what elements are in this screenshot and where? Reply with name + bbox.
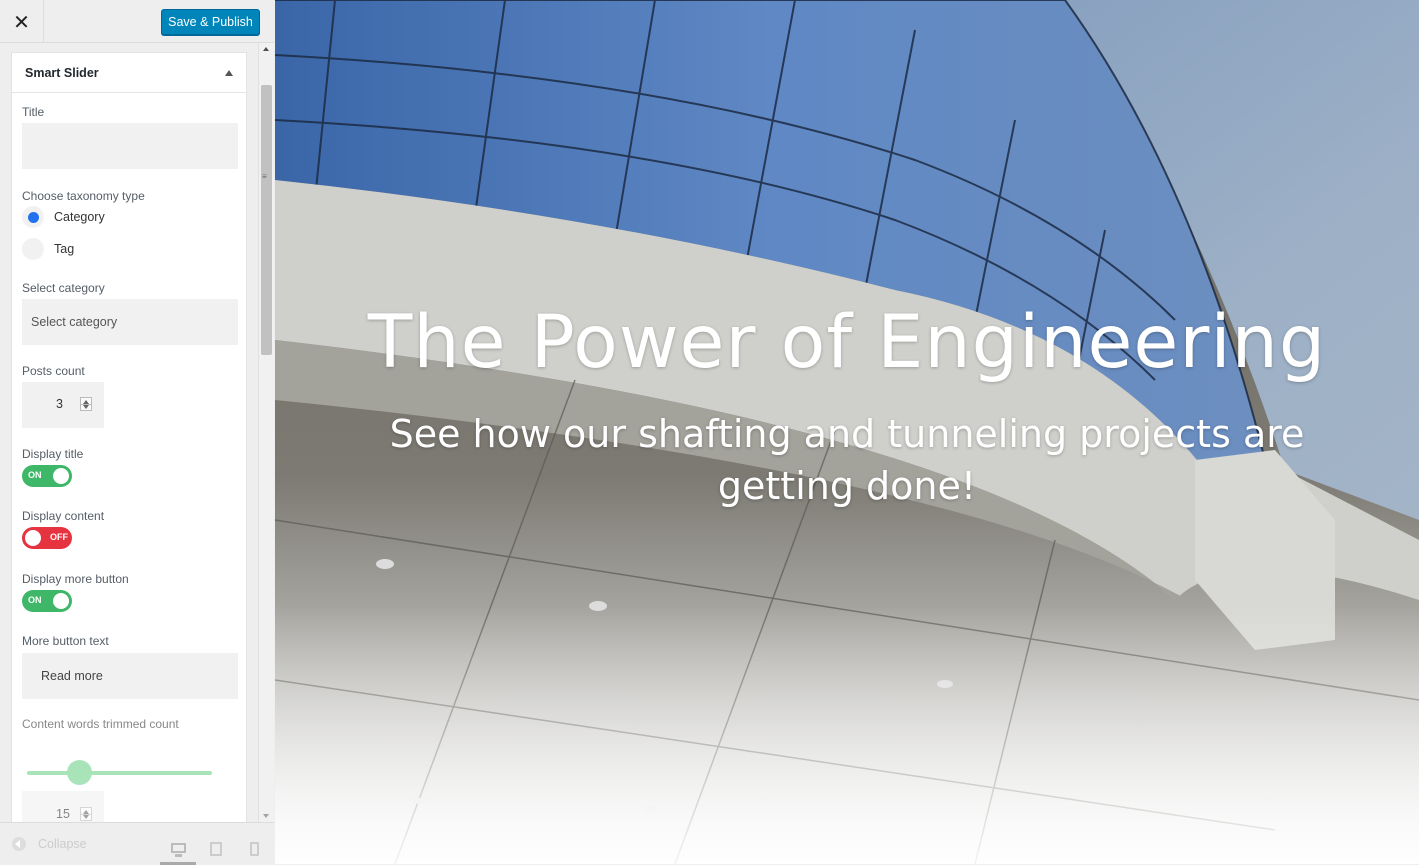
desktop-preview-button[interactable]: [160, 833, 196, 865]
toggle-state: OFF: [50, 532, 68, 542]
mobile-icon: [249, 842, 259, 856]
collapse-button[interactable]: Collapse: [12, 837, 87, 851]
hero-subtitle: See how our shafting and tunneling proje…: [389, 412, 1305, 508]
close-icon[interactable]: ✕: [0, 0, 44, 43]
display-more-label: Display more button: [22, 572, 129, 586]
smart-slider-section: Smart Slider Title Choose taxonomy type …: [11, 52, 247, 823]
trim-slider-track[interactable]: [27, 771, 212, 775]
display-more-toggle[interactable]: ON: [22, 590, 72, 612]
toggle-state: ON: [28, 470, 42, 480]
posts-count-input[interactable]: 3: [22, 382, 104, 428]
scroll-up-arrow[interactable]: [263, 47, 269, 51]
mobile-preview-button[interactable]: [236, 833, 272, 865]
site-preview: The Power of Engineering See how our sha…: [275, 0, 1419, 864]
scrollbar[interactable]: ≡: [258, 43, 274, 823]
spinner-icon[interactable]: [80, 807, 92, 821]
more-text-input[interactable]: Read more: [22, 653, 238, 699]
radio-button[interactable]: [22, 238, 44, 260]
category-label: Select category: [22, 281, 105, 295]
tablet-icon: [210, 842, 222, 856]
radio-tag[interactable]: Tag: [22, 238, 74, 260]
title-label: Title: [22, 105, 45, 119]
customizer-header: ✕ Save & Publish: [0, 0, 274, 43]
radio-button-selected[interactable]: [22, 206, 44, 228]
category-select[interactable]: Select category: [22, 299, 238, 345]
customizer-sidebar: ✕ Save & Publish Smart Slider Title Choo…: [0, 0, 274, 865]
display-content-label: Display content: [22, 509, 105, 523]
display-title-label: Display title: [22, 447, 84, 461]
posts-count-value: 3: [56, 397, 63, 411]
more-text-value: Read more: [41, 669, 103, 683]
display-title-toggle[interactable]: ON: [22, 465, 72, 487]
title-input[interactable]: [22, 123, 238, 169]
spinner-icon[interactable]: [80, 397, 92, 411]
scroll-down-arrow[interactable]: [263, 814, 269, 818]
trim-count-value: 15: [56, 807, 70, 821]
taxonomy-label: Choose taxonomy type: [22, 189, 145, 203]
scrollbar-thumb[interactable]: [261, 85, 272, 355]
tablet-preview-button[interactable]: [198, 833, 234, 865]
grip-icon: ≡: [262, 172, 267, 181]
radio-tag-label: Tag: [54, 242, 75, 256]
collapse-label: Collapse: [38, 837, 87, 851]
toggle-state: ON: [28, 595, 42, 605]
trim-count-input[interactable]: 15: [22, 791, 104, 823]
display-content-toggle[interactable]: OFF: [22, 527, 72, 549]
more-text-label: More button text: [22, 634, 109, 648]
collapse-icon: [12, 837, 26, 851]
section-header[interactable]: Smart Slider: [12, 53, 246, 93]
category-placeholder: Select category: [31, 315, 118, 329]
collapse-arrow-icon[interactable]: [225, 69, 233, 76]
hero-title: The Power of Engineering: [367, 300, 1327, 385]
section-title: Smart Slider: [25, 65, 99, 80]
controls-scroll-area: Smart Slider Title Choose taxonomy type …: [0, 43, 258, 823]
trim-label: Content words trimmed count: [22, 717, 179, 731]
radio-category-label: Category: [54, 210, 105, 224]
trim-slider-handle[interactable]: [67, 760, 92, 785]
radio-category[interactable]: Category: [22, 206, 105, 228]
desktop-icon: [170, 842, 186, 857]
customizer-footer: Collapse: [0, 822, 274, 865]
save-publish-button[interactable]: Save & Publish: [161, 9, 260, 35]
posts-count-label: Posts count: [22, 364, 85, 378]
